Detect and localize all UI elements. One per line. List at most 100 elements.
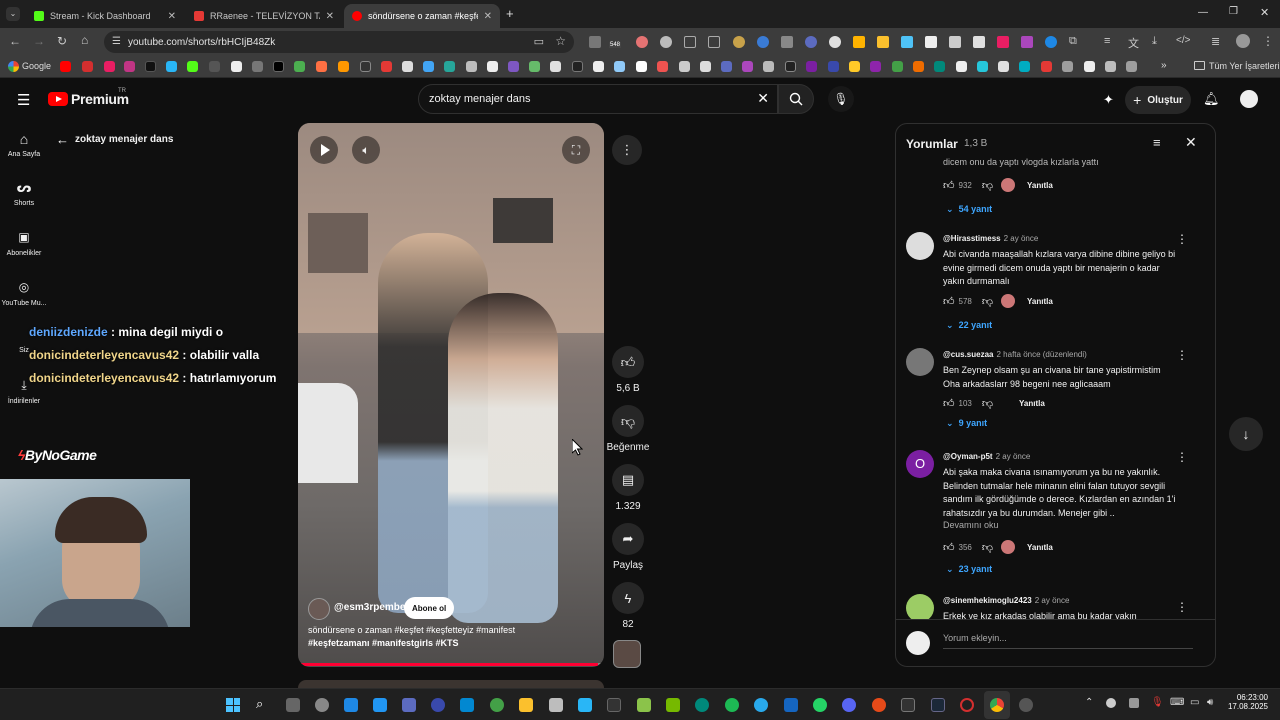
steam-icon[interactable] bbox=[931, 698, 945, 712]
bookmark-icon[interactable] bbox=[508, 61, 519, 72]
sound-thumbnail[interactable] bbox=[613, 640, 641, 668]
voice-search-button[interactable]: 🎙︎ bbox=[828, 86, 854, 112]
reply-button[interactable]: Yanıtla bbox=[1027, 543, 1053, 552]
like-icon[interactable]: 👍︎ bbox=[943, 541, 955, 554]
view-replies-button[interactable]: ⌄ 54 yanıt bbox=[946, 204, 992, 215]
bookmark-icon[interactable] bbox=[892, 61, 903, 72]
chrome-icon[interactable] bbox=[990, 698, 1004, 712]
extension-icon[interactable] bbox=[660, 36, 672, 48]
profile-avatar[interactable] bbox=[1236, 34, 1250, 48]
extension-icon[interactable] bbox=[877, 36, 889, 48]
bookmark-icon[interactable] bbox=[636, 61, 647, 72]
tab-shorts-video[interactable]: söndürsene o zaman #keşfet #k ✕ bbox=[344, 4, 500, 28]
bookmark-telegram-icon[interactable] bbox=[166, 61, 177, 72]
extension-icon[interactable] bbox=[805, 36, 817, 48]
all-bookmarks[interactable]: Tüm Yer İşaretleri bbox=[1209, 61, 1280, 71]
bookmark-icon[interactable] bbox=[956, 61, 967, 72]
forward-icon[interactable]: → bbox=[33, 34, 45, 48]
read-more-button[interactable]: Devamını oku bbox=[943, 520, 999, 530]
bookmark-icon[interactable] bbox=[252, 61, 263, 72]
back-arrow-icon[interactable]: ← bbox=[56, 132, 69, 147]
tray-expand-icon[interactable]: ⌃ bbox=[1085, 697, 1093, 708]
bookmark-icon[interactable] bbox=[806, 61, 817, 72]
tray-icon[interactable] bbox=[1106, 698, 1116, 708]
telegram-icon[interactable] bbox=[754, 698, 768, 712]
bookmark-icon[interactable] bbox=[572, 61, 583, 72]
search-button[interactable] bbox=[778, 84, 814, 114]
reload-icon[interactable]: ↻ bbox=[57, 34, 67, 48]
bookmark-icon[interactable] bbox=[977, 61, 988, 72]
spotify-icon[interactable] bbox=[725, 698, 739, 712]
extensions-puzzle-icon[interactable]: ⧉ bbox=[1069, 35, 1077, 48]
bookmark-tiktok-icon[interactable] bbox=[145, 61, 156, 72]
account-avatar[interactable] bbox=[1240, 90, 1258, 108]
nav-home[interactable]: ⌂ Ana Sayfa bbox=[0, 131, 48, 158]
download-icon[interactable]: ⤓ bbox=[1152, 35, 1157, 48]
app-icon[interactable] bbox=[460, 698, 474, 712]
like-icon[interactable]: 👍︎ bbox=[943, 179, 955, 192]
comment-author[interactable]: @cus.suezaa 2 hafta önce (düzenlendi) bbox=[943, 350, 1087, 359]
bookmark-icon[interactable] bbox=[657, 61, 668, 72]
app-icon[interactable] bbox=[960, 698, 974, 712]
like-icon[interactable]: 👍︎ bbox=[943, 295, 955, 308]
browser-menu-icon[interactable]: ⋮ bbox=[1262, 34, 1274, 48]
obs-icon[interactable] bbox=[1019, 698, 1033, 712]
bookmark-icon[interactable] bbox=[849, 61, 860, 72]
view-replies-button[interactable]: ⌄ 23 yanıt bbox=[946, 564, 992, 575]
extension-icon[interactable] bbox=[589, 36, 601, 48]
comment-author[interactable]: @Hirasstimess 2 ay önce bbox=[943, 234, 1038, 243]
reply-button[interactable]: Yanıtla bbox=[1019, 399, 1045, 408]
dislike-icon[interactable]: 👎︎ bbox=[982, 295, 993, 308]
notepad-icon[interactable] bbox=[578, 698, 592, 712]
nav-youtube-music[interactable]: ◎ YouTube Mu... bbox=[0, 280, 48, 307]
bookmark-icon[interactable] bbox=[231, 61, 242, 72]
minimize-icon[interactable]: — bbox=[1198, 7, 1208, 18]
remix-button[interactable]: ϟ 82 bbox=[607, 582, 649, 630]
comment-avatar[interactable] bbox=[906, 232, 934, 260]
bookmark-icon[interactable] bbox=[763, 61, 774, 72]
video-progress-track[interactable] bbox=[298, 663, 604, 666]
app-icon[interactable] bbox=[784, 698, 798, 712]
bookmark-icon[interactable] bbox=[828, 61, 839, 72]
extension-icon[interactable] bbox=[997, 36, 1009, 48]
microphone-tray-icon[interactable]: 🎙︎ bbox=[1151, 697, 1164, 708]
bookmark-icon[interactable] bbox=[82, 61, 93, 72]
dislike-button[interactable]: 👎︎ Beğenme bbox=[604, 405, 652, 453]
bookmark-icon[interactable] bbox=[870, 61, 881, 72]
epic-games-icon[interactable] bbox=[901, 698, 915, 712]
more-bookmarks-icon[interactable]: » bbox=[1161, 60, 1167, 71]
volume-tray-icon[interactable]: 🔊︎ bbox=[1207, 697, 1213, 708]
like-icon[interactable]: 👍︎ bbox=[943, 397, 955, 410]
subscribe-button[interactable]: Abone ol bbox=[404, 597, 455, 619]
site-info-icon[interactable]: ☰ bbox=[112, 36, 121, 47]
bookmark-icon[interactable] bbox=[209, 61, 220, 72]
restore-icon[interactable]: ❐ bbox=[1229, 6, 1238, 17]
bookmark-youtube-icon[interactable] bbox=[60, 61, 71, 72]
extension-icon[interactable] bbox=[829, 36, 841, 48]
bookmark-icon[interactable] bbox=[998, 61, 1009, 72]
bookmark-icon[interactable] bbox=[742, 61, 753, 72]
clock[interactable]: 06:23:00 17.08.2025 bbox=[1226, 693, 1268, 711]
discord-icon[interactable] bbox=[842, 698, 856, 712]
comment-avatar[interactable] bbox=[906, 594, 934, 619]
close-tab-icon[interactable]: ✕ bbox=[168, 11, 176, 22]
bookmark-icon[interactable] bbox=[316, 61, 327, 72]
add-comment-input[interactable]: Yorum ekleyin... bbox=[943, 627, 1193, 649]
tab-kick-dashboard[interactable]: Stream - Kick Dashboard ✕ bbox=[26, 4, 184, 28]
comment-avatar[interactable] bbox=[906, 348, 934, 376]
shorts-video-player[interactable]: 🔈︎ ⛶ @esm3rpembe Abone ol söndürsene o z… bbox=[298, 123, 604, 667]
extension-icon[interactable] bbox=[1045, 36, 1057, 48]
sort-comments-icon[interactable]: ≡ bbox=[1153, 135, 1161, 150]
clear-search-icon[interactable]: ✕ bbox=[757, 90, 769, 107]
keyboard-icon[interactable]: ⌨ bbox=[1170, 697, 1184, 708]
bookmark-icon[interactable] bbox=[913, 61, 924, 72]
bookmark-icon[interactable] bbox=[1062, 61, 1073, 72]
bookmark-icon[interactable] bbox=[1084, 61, 1095, 72]
home-icon[interactable]: ⌂ bbox=[81, 33, 88, 47]
address-bar[interactable]: ☰ youtube.com/shorts/rbHCIjB48Zk ▭ ☆ bbox=[104, 31, 574, 53]
comment-menu-icon[interactable]: ⋮ bbox=[1176, 450, 1188, 464]
bookmark-icon[interactable] bbox=[104, 61, 115, 72]
app-icon[interactable] bbox=[549, 698, 563, 712]
more-options-button[interactable]: ⋮ bbox=[612, 135, 642, 165]
comment-author[interactable]: @Oyman-p5t 2 ay önce bbox=[943, 452, 1030, 461]
